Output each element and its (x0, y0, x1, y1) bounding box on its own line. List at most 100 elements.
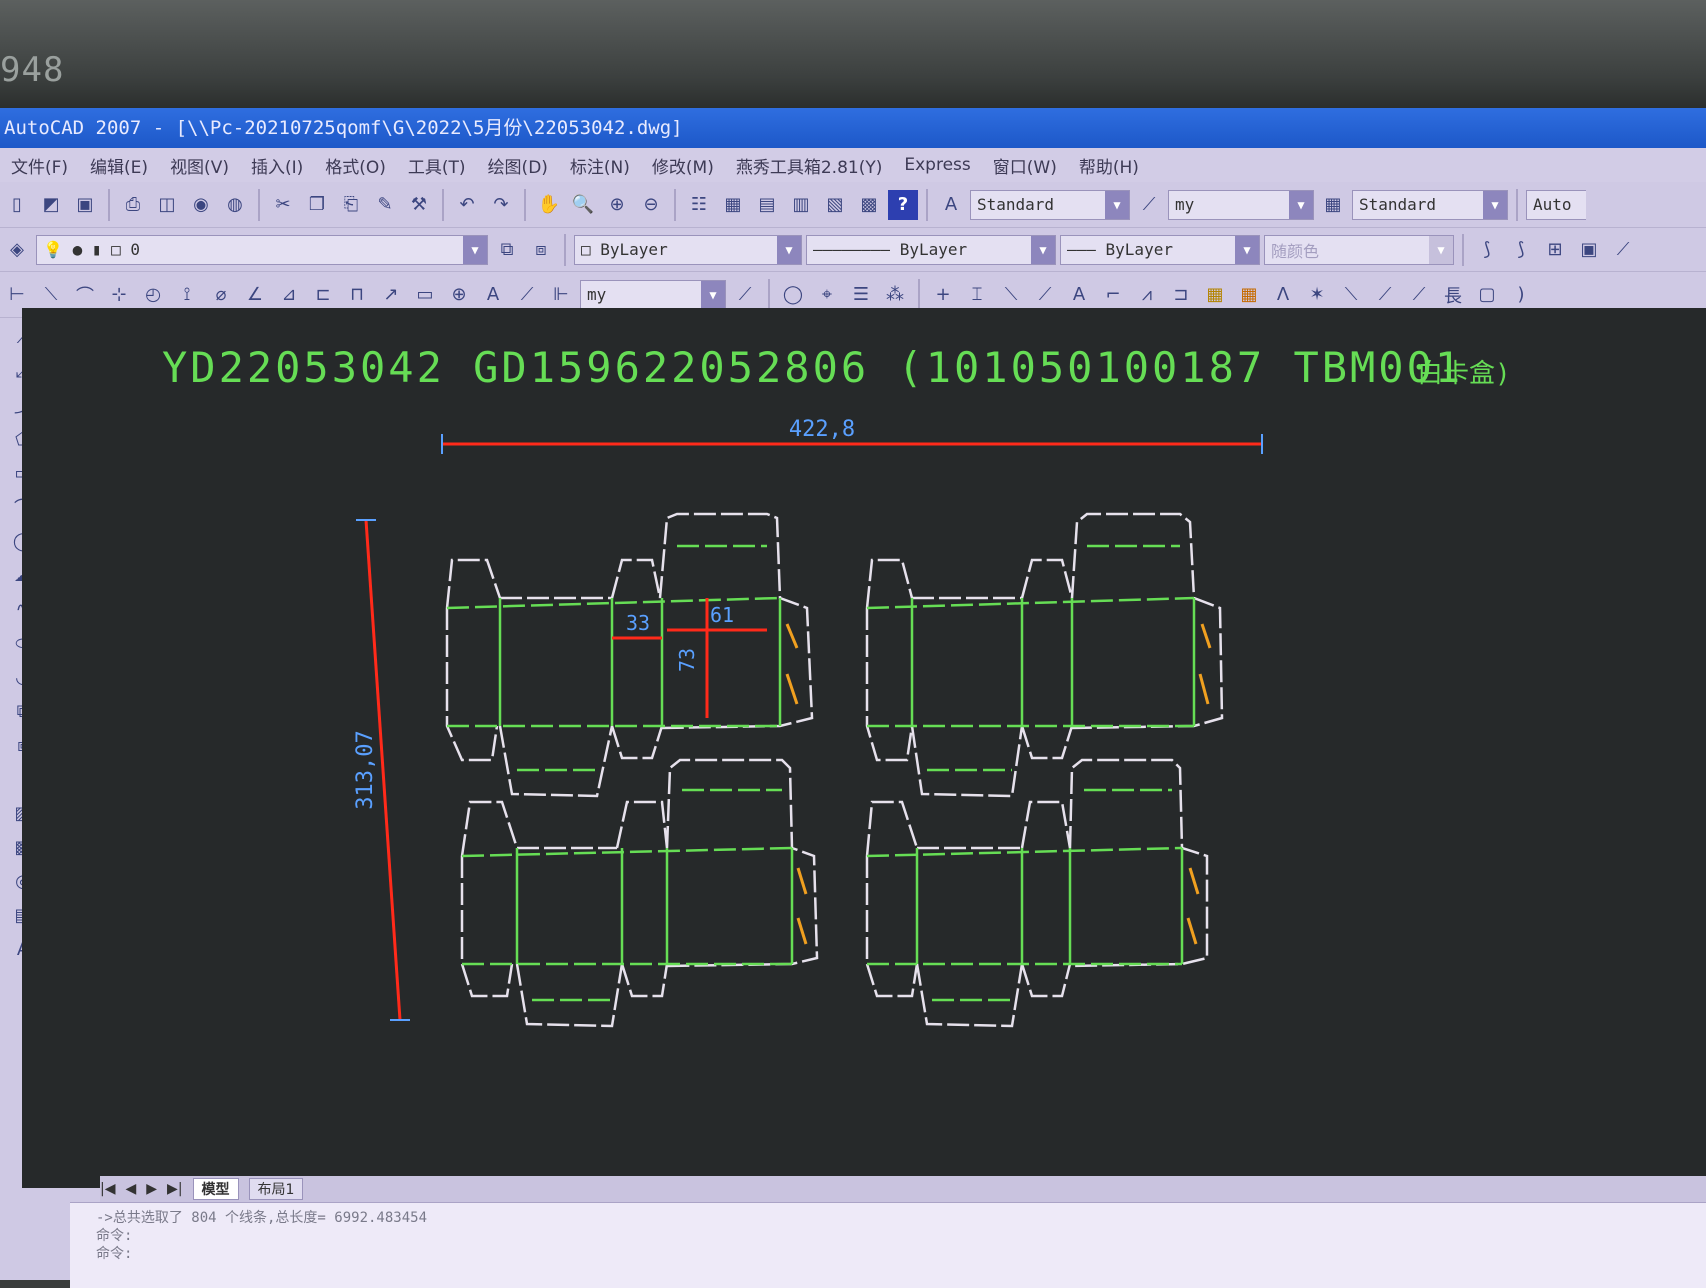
menu-tools[interactable]: 工具(T) (397, 153, 477, 178)
tab-nav-next-icon[interactable]: ▶ (146, 1181, 157, 1197)
menu-window[interactable]: 窗口(W) (982, 153, 1068, 178)
center-mark-icon[interactable]: ⊕ (444, 280, 474, 310)
table-style-select[interactable]: Standard ▼ (1352, 189, 1508, 220)
menu-file[interactable]: 文件(F) (0, 153, 79, 178)
tab-nav-last-icon[interactable]: ▶| (167, 1181, 182, 1197)
menu-format[interactable]: 格式(O) (314, 153, 397, 178)
help-icon[interactable]: ? (888, 189, 918, 220)
dwf-icon[interactable]: ◍ (220, 190, 250, 220)
circle-tool-icon[interactable]: ◯ (778, 280, 808, 310)
baseline-icon[interactable]: ⊏ (308, 280, 338, 310)
hatch-yellow-icon[interactable]: ▦ (1200, 280, 1230, 310)
angular-icon[interactable]: ∠ (240, 280, 270, 310)
command-line[interactable]: ->总共选取了 804 个线条,总长度= 6992.483454 命令: 命令: (70, 1202, 1706, 1288)
long-tool-icon[interactable]: 長 (1438, 280, 1468, 310)
menu-edit[interactable]: 编辑(E) (79, 153, 159, 178)
tool-b-icon[interactable]: ⟆ (1506, 235, 1536, 265)
new-icon[interactable]: ▯ (2, 190, 32, 220)
continue-icon[interactable]: ⊓ (342, 280, 372, 310)
dim-style-select[interactable]: my ▼ (1168, 189, 1314, 220)
plot-preview-icon[interactable]: ◫ (152, 190, 182, 220)
layer-previous-icon[interactable]: ⧈ (526, 235, 556, 265)
menu-help[interactable]: 帮助(H) (1068, 153, 1150, 178)
hatch-orange-icon[interactable]: ▦ (1234, 280, 1264, 310)
pan-icon[interactable]: ✋ (534, 190, 564, 220)
linetype-select[interactable]: ———————— ByLayer ▼ (806, 234, 1056, 265)
tool-e-icon[interactable]: ⟋ (1608, 235, 1638, 265)
match-properties-icon[interactable]: ✎ (370, 190, 400, 220)
menu-draw[interactable]: 绘图(D) (477, 153, 559, 178)
zoom-window-icon[interactable]: ⊕ (602, 190, 632, 220)
block-editor-icon[interactable]: ⚒ (404, 190, 434, 220)
paren-tool-icon[interactable]: ) (1506, 280, 1536, 310)
color-select[interactable]: □ ByLayer ▼ (574, 234, 802, 265)
lineweight-select[interactable]: ——— ByLayer ▼ (1060, 234, 1260, 265)
plus-tool-icon[interactable]: + (928, 280, 958, 310)
tool-a-icon[interactable]: ⟆ (1472, 235, 1502, 265)
linear-dim-icon[interactable]: ⊢ (2, 280, 32, 310)
hatch-tool-icon[interactable]: ⟍ (996, 280, 1026, 310)
properties-icon[interactable]: ☷ (684, 190, 714, 220)
tool-d-icon[interactable]: ▣ (1574, 235, 1604, 265)
line-tool-icon[interactable]: ⟋ (1370, 280, 1400, 310)
group-tool-icon[interactable]: ⁂ (880, 280, 910, 310)
text-style-select[interactable]: Standard ▼ (970, 189, 1130, 220)
tolerance-icon[interactable]: ▭ (410, 280, 440, 310)
aligned-dim-icon[interactable]: ⟍ (36, 280, 66, 310)
tab-nav-first-icon[interactable]: |◀ (100, 1181, 115, 1197)
menu-express[interactable]: Express (893, 155, 981, 175)
zigzag-tool-icon[interactable]: ⩘ (1132, 280, 1162, 310)
make-object-layer-current-icon[interactable]: ⧉ (492, 235, 522, 265)
ordinate-icon[interactable]: ⊹ (104, 280, 134, 310)
design-center-icon[interactable]: ▦ (718, 190, 748, 220)
tab-nav-prev-icon[interactable]: ◀ (125, 1181, 136, 1197)
jogged-icon[interactable]: ⟟ (172, 280, 202, 310)
calculator-icon[interactable]: ▩ (854, 190, 884, 220)
print-icon[interactable]: ⎙ (118, 190, 148, 220)
menu-modify[interactable]: 修改(M) (641, 153, 725, 178)
slash-tool-icon[interactable]: ⟋ (1030, 280, 1060, 310)
xy-tool-icon[interactable]: ⌖ (812, 280, 842, 310)
sheet-set-icon[interactable]: ▥ (786, 190, 816, 220)
tab-layout1[interactable]: 布局1 (248, 1178, 304, 1200)
radius-icon[interactable]: ◴ (138, 280, 168, 310)
dim-style-select-2[interactable]: my ▼ (580, 279, 726, 310)
undo-icon[interactable]: ↶ (452, 190, 482, 220)
leader-icon[interactable]: ↗ (376, 280, 406, 310)
frame-tool-icon[interactable]: ▢ (1472, 280, 1502, 310)
markup-icon[interactable]: ▧ (820, 190, 850, 220)
stack-tool-icon[interactable]: ☰ (846, 280, 876, 310)
zoom-realtime-icon[interactable]: 🔍 (568, 190, 598, 220)
auto-select[interactable]: Auto (1526, 189, 1586, 220)
layer-select[interactable]: 💡 ● ▮ □ 0 ▼ (36, 234, 488, 265)
menu-insert[interactable]: 插入(I) (240, 153, 314, 178)
menu-view[interactable]: 视图(V) (159, 153, 240, 178)
tool-c-icon[interactable]: ⊞ (1540, 235, 1570, 265)
layer-manager-icon[interactable]: ◈ (2, 235, 32, 265)
diag-tool-icon[interactable]: ⟍ (1336, 280, 1366, 310)
tool-palettes-icon[interactable]: ▤ (752, 190, 782, 220)
save-icon[interactable]: ▣ (70, 190, 100, 220)
menu-dimension[interactable]: 标注(N) (559, 153, 641, 178)
dim-style-manager-icon[interactable]: ⟋ (730, 280, 760, 310)
cut-icon[interactable]: ✂ (268, 190, 298, 220)
publish-icon[interactable]: ◉ (186, 190, 216, 220)
drawing-canvas[interactable]: YD22053042 GD159622052806 (101050100187 … (22, 308, 1706, 1188)
bracket-tool-icon[interactable]: ⊐ (1166, 280, 1196, 310)
diameter-icon[interactable]: ⌀ (206, 280, 236, 310)
redo-icon[interactable]: ↷ (486, 190, 516, 220)
open-icon[interactable]: ◩ (36, 190, 66, 220)
arc-length-icon[interactable]: ⌒ (70, 280, 100, 310)
zoom-previous-icon[interactable]: ⊖ (636, 190, 666, 220)
dim-edit-icon[interactable]: A (478, 280, 508, 310)
text-a-tool-icon[interactable]: A (1064, 280, 1094, 310)
star-tool-icon[interactable]: ✶ (1302, 280, 1332, 310)
tab-model[interactable]: 模型 (192, 1178, 239, 1200)
lambda-tool-icon[interactable]: Λ (1268, 280, 1298, 310)
corner-tool-icon[interactable]: ⌐ (1098, 280, 1128, 310)
dim-update-icon[interactable]: ⊩ (546, 280, 576, 310)
paste-icon[interactable]: ⎗ (336, 190, 366, 220)
slash2-tool-icon[interactable]: ⟋ (1404, 280, 1434, 310)
copy-icon[interactable]: ❐ (302, 190, 332, 220)
menu-yanxiu-toolbox[interactable]: 燕秀工具箱2.81(Y) (725, 153, 894, 178)
